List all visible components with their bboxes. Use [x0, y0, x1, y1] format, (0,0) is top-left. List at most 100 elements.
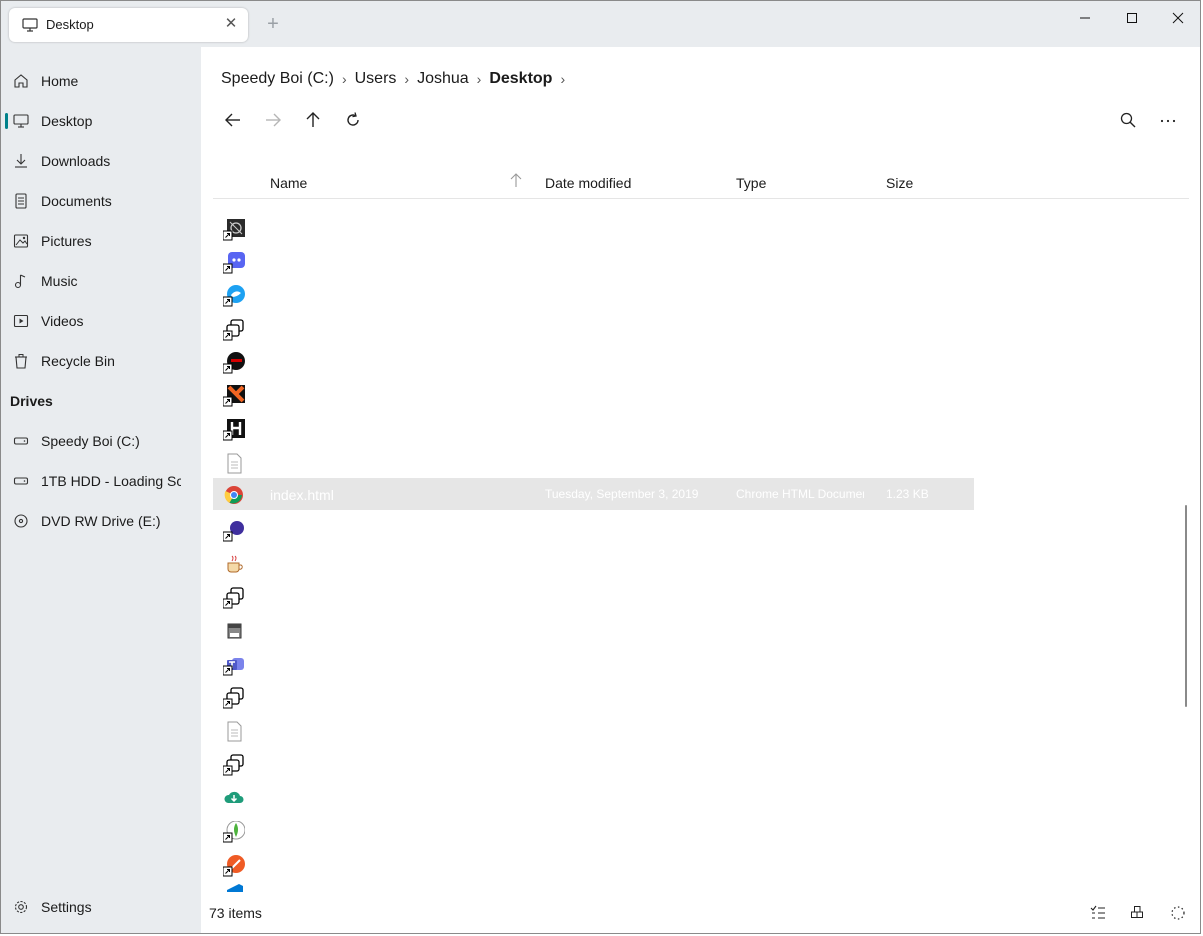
file-row[interactable] [213, 679, 974, 711]
sidebar-item-drive-hdd[interactable]: 1TB HDD - Loading Screen [1, 464, 201, 498]
back-button[interactable] [221, 108, 245, 132]
column-header-size[interactable]: Size [886, 175, 913, 191]
file-row[interactable] [213, 512, 974, 544]
forward-button[interactable] [261, 108, 285, 132]
monitor-icon [22, 18, 38, 32]
file-row[interactable] [213, 344, 974, 376]
file-row[interactable] [213, 746, 974, 778]
file-row[interactable] [213, 311, 974, 343]
breadcrumb-separator-icon[interactable]: › [560, 71, 565, 87]
selection-mode-button[interactable] [1088, 903, 1108, 923]
tab-close-icon[interactable]: ✕ [224, 16, 238, 32]
shortcut-app-dark-icon [223, 219, 245, 241]
sidebar-item-label: Desktop [41, 113, 93, 129]
more-options-button[interactable] [1156, 108, 1180, 132]
file-row[interactable] [213, 244, 974, 276]
file-row[interactable] [213, 612, 974, 644]
column-header-type[interactable]: Type [736, 175, 766, 191]
sidebar-item-desktop[interactable]: Desktop [1, 104, 201, 138]
file-row[interactable] [213, 646, 974, 678]
sidebar-item-label: Documents [41, 193, 112, 209]
sidebar-item-label: Recycle Bin [41, 353, 115, 369]
document-icon [15, 193, 27, 209]
sidebar-item-label: Home [41, 73, 79, 89]
file-row[interactable] [213, 847, 974, 879]
sidebar-item-drive-c[interactable]: Speedy Boi (C:) [1, 424, 201, 458]
breadcrumb-separator-icon: › [341, 71, 347, 87]
file-row[interactable] [213, 277, 974, 309]
breadcrumb-item-desktop[interactable]: Desktop [489, 70, 552, 88]
minimize-icon [1080, 17, 1090, 19]
shortcut-teams-icon [223, 658, 244, 676]
breadcrumb-separator-icon: › [476, 71, 482, 87]
shortcut-generic-icon [223, 587, 244, 609]
grid-layout-icon [1131, 906, 1143, 918]
vertical-scrollbar[interactable] [1185, 505, 1187, 707]
maximize-button[interactable] [1109, 1, 1155, 35]
breadcrumb-item-drive-c[interactable]: Speedy Boi (C:) [221, 70, 334, 88]
sidebar-item-home[interactable]: Home [1, 64, 201, 98]
tab-desktop[interactable]: Desktop ✕ [9, 8, 248, 42]
file-row[interactable] [213, 813, 974, 845]
sort-ascending-icon[interactable] [509, 172, 523, 188]
shortcut-generic-icon [223, 687, 244, 709]
drive-icon [13, 477, 29, 485]
vscode-icon [227, 884, 243, 892]
file-row[interactable] [213, 780, 974, 812]
file-row[interactable] [213, 545, 974, 577]
layout-mode-button[interactable] [1128, 903, 1148, 923]
arrow-left-icon [225, 113, 240, 127]
cloud-download-icon [224, 791, 244, 803]
file-row[interactable] [213, 713, 974, 745]
breadcrumb-item-joshua[interactable]: Joshua [417, 70, 469, 88]
file-row-index-html[interactable]: index.html Tuesday, September 3, 2019 Ch… [213, 478, 974, 510]
settings-label: Settings [41, 899, 92, 915]
sidebar-item-label: Speedy Boi (C:) [41, 433, 140, 449]
sidebar-item-pictures[interactable]: Pictures [1, 224, 201, 258]
sidebar-item-label: Downloads [41, 153, 111, 169]
file-row[interactable] [213, 880, 974, 892]
disc-icon [14, 514, 28, 528]
refresh-icon [347, 112, 359, 126]
sidebar-item-dvd-drive[interactable]: DVD RW Drive (E:) [1, 504, 201, 538]
minimize-button[interactable] [1062, 1, 1108, 35]
file-row[interactable] [213, 377, 974, 409]
refresh-button[interactable] [341, 108, 365, 132]
close-icon [1172, 12, 1184, 24]
gear-icon [14, 900, 28, 914]
sidebar-item-recycle-bin[interactable]: Recycle Bin [1, 344, 201, 378]
archive-icon [227, 623, 242, 639]
loading-status-button[interactable] [1168, 903, 1188, 923]
recycle-bin-icon [15, 354, 27, 369]
sidebar-item-documents[interactable]: Documents [1, 184, 201, 218]
close-window-button[interactable] [1155, 1, 1200, 35]
shortcut-discord-icon [223, 252, 245, 274]
shortcut-red-black-icon [223, 352, 245, 374]
up-button[interactable] [301, 108, 325, 132]
breadcrumb: Speedy Boi (C:) › Users › Joshua › Deskt… [221, 69, 573, 89]
search-button[interactable] [1116, 108, 1140, 132]
sidebar-item-videos[interactable]: Videos [1, 304, 201, 338]
sidebar-item-music[interactable]: Music [1, 264, 201, 298]
status-item-count: 73 items [209, 905, 262, 921]
shortcut-h-icon [223, 419, 245, 441]
spinner-icon [1171, 906, 1185, 920]
sidebar-item-downloads[interactable]: Downloads [1, 144, 201, 178]
sidebar-item-label: DVD RW Drive (E:) [41, 513, 161, 529]
settings-button[interactable]: Settings [1, 890, 201, 924]
search-icon [1120, 112, 1136, 128]
new-tab-button[interactable]: + [263, 12, 283, 36]
java-icon [227, 555, 243, 573]
breadcrumb-item-users[interactable]: Users [355, 70, 397, 88]
file-row[interactable] [213, 211, 974, 243]
sidebar-item-label: Music [41, 273, 78, 289]
column-header-date[interactable]: Date modified [545, 175, 631, 191]
file-row[interactable] [213, 411, 974, 443]
breadcrumb-separator-icon: › [404, 71, 410, 87]
sidebar-item-label: Videos [41, 313, 84, 329]
drives-section-header: Drives [10, 393, 53, 409]
main-pane: Speedy Boi (C:) › Users › Joshua › Deskt… [201, 47, 1200, 933]
column-header-name[interactable]: Name [270, 175, 307, 191]
file-row[interactable] [213, 445, 974, 477]
file-row[interactable] [213, 579, 974, 611]
